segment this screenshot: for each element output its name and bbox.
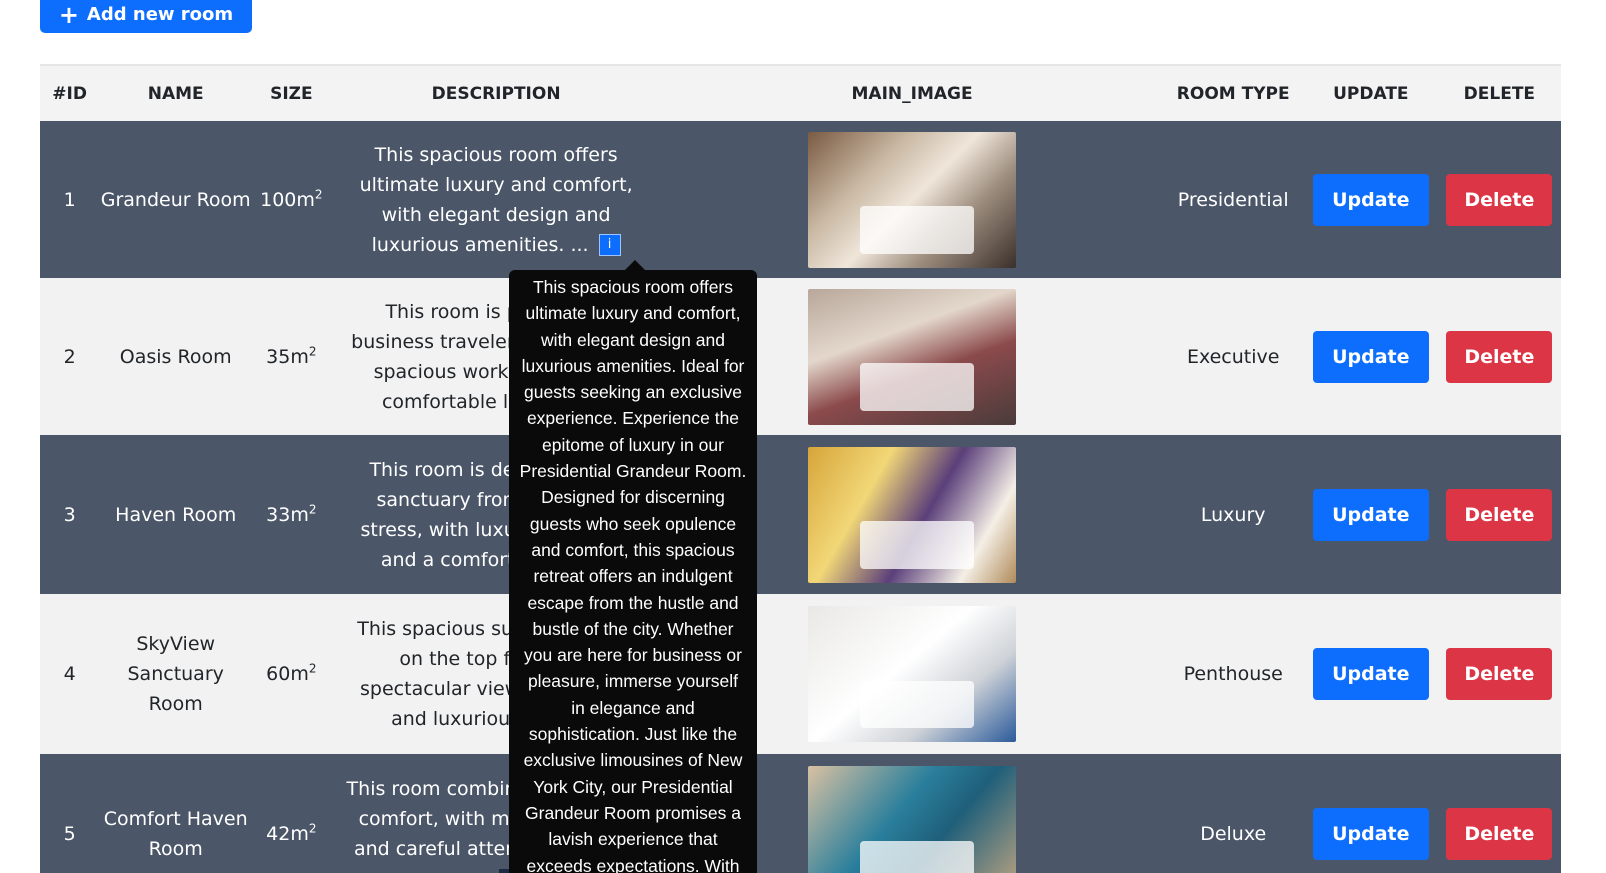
room-id: 1 (63, 188, 76, 211)
room-type: Presidential (1177, 188, 1289, 211)
description-tooltip: This spacious room offers ultimate luxur… (509, 270, 757, 873)
room-id: 4 (63, 663, 76, 685)
room-size-value: 33m (266, 503, 309, 526)
update-button[interactable]: Update (1312, 173, 1429, 226)
room-id: 5 (63, 823, 76, 845)
table-header: #ID NAME SIZE DESCRIPTION MAIN_IMAGE ROO… (40, 64, 1561, 121)
room-id: 2 (63, 345, 76, 368)
plus-icon: + (58, 0, 79, 29)
delete-button[interactable]: Delete (1446, 488, 1553, 541)
room-size-value: 60m (266, 663, 309, 685)
room-size-value: 35m (266, 345, 309, 368)
header-name: NAME (147, 83, 204, 104)
room-size-unit-sup: 2 (308, 344, 317, 359)
room-size-value: 42m (266, 823, 309, 845)
delete-button[interactable]: Delete (1446, 808, 1553, 860)
room-description: This spacious room offers ultimate luxur… (331, 140, 662, 260)
update-button[interactable]: Update (1312, 648, 1429, 700)
table-row: 5 Comfort Haven Room 42m2 This room comb… (40, 754, 1561, 873)
room-size: 35m2 (252, 344, 330, 368)
room-type: Penthouse (1183, 663, 1283, 685)
room-description-text: This spacious room offers ultimate luxur… (359, 143, 633, 256)
room-type: Deluxe (1200, 823, 1267, 845)
table-row: 3 Haven Room 33m2 This room is designed … (40, 435, 1561, 594)
delete-button[interactable]: Delete (1446, 173, 1553, 226)
delete-button[interactable]: Delete (1446, 330, 1553, 383)
room-main-image (808, 288, 1017, 425)
header-main-image: MAIN_IMAGE (851, 83, 973, 104)
rooms-table: #ID NAME SIZE DESCRIPTION MAIN_IMAGE ROO… (40, 64, 1561, 873)
header-room-type: ROOM TYPE (1176, 83, 1290, 104)
room-name: Comfort Haven Room (103, 808, 248, 860)
update-button[interactable]: Update (1312, 808, 1429, 860)
room-size-unit-sup: 2 (308, 821, 317, 836)
header-size: SIZE (270, 83, 313, 104)
room-main-image (808, 766, 1017, 873)
info-icon[interactable]: i (598, 234, 621, 256)
room-size-unit-sup: 2 (308, 502, 317, 517)
room-size-unit-sup: 2 (308, 661, 317, 676)
delete-button[interactable]: Delete (1446, 648, 1553, 700)
add-new-room-button[interactable]: + Add new room (40, 0, 252, 33)
room-name: Haven Room (115, 503, 237, 526)
room-name: Grandeur Room (100, 188, 251, 211)
room-size: 60m2 (252, 663, 330, 685)
header-id: #ID (52, 83, 87, 104)
room-name: SkyView Sanctuary Room (127, 633, 224, 715)
room-main-image (808, 446, 1017, 583)
room-main-image (808, 131, 1017, 268)
room-size: 42m2 (252, 823, 330, 845)
header-description: DESCRIPTION (431, 83, 561, 104)
add-new-room-label: Add new room (86, 4, 234, 25)
room-main-image (808, 606, 1017, 742)
table-row: 4 SkyView Sanctuary Room 60m2 This spaci… (40, 594, 1561, 754)
room-type: Luxury (1200, 503, 1266, 526)
room-id: 3 (63, 503, 76, 526)
tooltip-arrow (625, 260, 645, 270)
header-delete: DELETE (1463, 83, 1536, 104)
update-button[interactable]: Update (1312, 330, 1429, 383)
room-size-unit-sup: 2 (314, 187, 323, 202)
room-name: Oasis Room (119, 345, 232, 368)
header-update: UPDATE (1333, 83, 1409, 104)
room-size: 100m2 (252, 187, 330, 211)
table-row: 1 Grandeur Room 100m2 This spacious room… (40, 121, 1561, 278)
room-type: Executive (1186, 345, 1280, 368)
table-row: 2 Oasis Room 35m2 This room is perfect f… (40, 278, 1561, 435)
update-button[interactable]: Update (1312, 488, 1429, 541)
room-size-value: 100m (260, 188, 315, 211)
room-image-cell (662, 131, 1163, 268)
room-size: 33m2 (252, 502, 330, 526)
